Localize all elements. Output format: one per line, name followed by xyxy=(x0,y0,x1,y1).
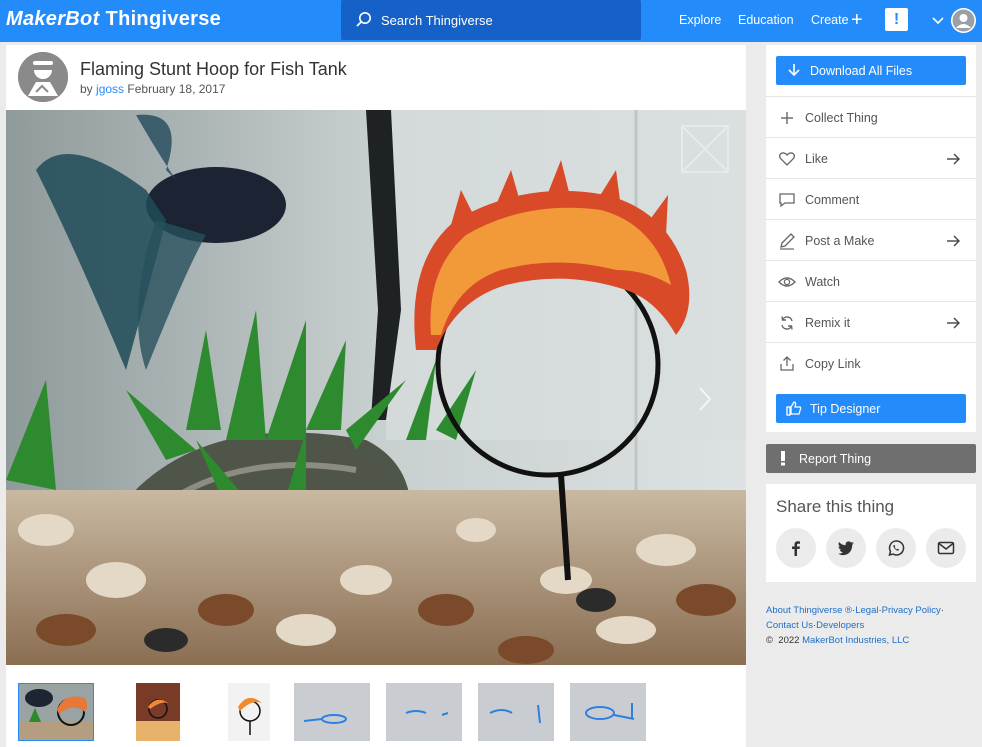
eye-icon xyxy=(778,277,796,287)
post-a-make-label: Post a Make xyxy=(805,234,875,248)
like-label: Like xyxy=(805,152,828,166)
share-facebook-button[interactable] xyxy=(776,528,816,568)
thumbnail-strip xyxy=(18,683,746,743)
share-title: Share this thing xyxy=(776,497,895,516)
copy-link-label: Copy Link xyxy=(805,357,861,371)
remix-label: Remix it xyxy=(805,316,851,330)
thingiverse-logo[interactable]: MakerBot Thingiverse xyxy=(6,8,221,31)
copyright-year: 2022 xyxy=(778,635,800,646)
thumbnail[interactable] xyxy=(570,683,646,741)
heart-icon xyxy=(778,152,796,166)
search-placeholder: Search Thingiverse xyxy=(381,13,493,28)
share-panel: Share this thing xyxy=(766,484,976,582)
comment-icon xyxy=(779,193,795,208)
arrow-right-icon xyxy=(947,317,960,329)
collect-thing-label: Collect Thing xyxy=(805,111,878,125)
footer-about-link[interactable]: About Thingiverse xyxy=(766,605,842,616)
watch-button[interactable]: Watch xyxy=(766,260,976,301)
logo-makerbot: MakerBot xyxy=(6,8,100,30)
plus-icon xyxy=(781,112,793,124)
search-input[interactable]: Search Thingiverse xyxy=(341,0,641,40)
remix-button[interactable]: Remix it xyxy=(766,301,976,342)
top-bar: MakerBot Thingiverse Search Thingiverse E… xyxy=(0,0,982,42)
arrow-right-icon xyxy=(947,235,960,247)
share-twitter-button[interactable] xyxy=(826,528,866,568)
thumbnail[interactable] xyxy=(202,683,278,741)
tip-designer-label: Tip Designer xyxy=(810,402,881,416)
whatsapp-icon xyxy=(888,540,905,557)
chevron-down-icon[interactable] xyxy=(930,12,946,28)
user-avatar[interactable] xyxy=(951,8,976,33)
footer-privacy-link[interactable]: Privacy Policy xyxy=(882,605,941,616)
thumbs-up-icon xyxy=(786,401,802,416)
footer-legal-link[interactable]: Legal xyxy=(855,605,878,616)
author-link[interactable]: jgoss xyxy=(96,82,124,96)
user-icon xyxy=(951,8,976,33)
thumbnail[interactable] xyxy=(294,683,370,741)
share-email-button[interactable] xyxy=(926,528,966,568)
footer-developers-link[interactable]: Developers xyxy=(816,620,864,631)
thumbnail[interactable] xyxy=(386,683,462,741)
footer-links: About Thingiverse ®·Legal·Privacy Policy… xyxy=(766,603,976,648)
thumbnail[interactable] xyxy=(478,683,554,741)
twitter-icon xyxy=(838,541,854,556)
main-photo[interactable] xyxy=(6,110,746,665)
remix-icon xyxy=(781,316,793,330)
footer-registered: ® xyxy=(845,605,853,616)
copyright-symbol: © xyxy=(766,635,773,646)
footer-company-link[interactable]: MakerBot Industries, LLC xyxy=(802,635,909,646)
alert-button[interactable]: ! xyxy=(885,8,908,31)
pencil-icon xyxy=(780,233,795,250)
nav-create[interactable]: Create xyxy=(811,13,849,27)
exclamation-icon xyxy=(781,451,785,466)
publish-date: February 18, 2017 xyxy=(127,82,226,96)
actions-sidebar: Download All Files Collect Thing Like Co… xyxy=(766,45,976,432)
arrow-right-icon xyxy=(947,153,960,165)
email-icon xyxy=(937,541,955,555)
byline: by jgoss February 18, 2017 xyxy=(80,82,225,96)
nav-explore[interactable]: Explore xyxy=(679,13,721,27)
author-avatar[interactable] xyxy=(18,52,68,102)
download-label: Download All Files xyxy=(810,64,913,78)
search-icon xyxy=(356,12,371,27)
download-all-files-button[interactable]: Download All Files xyxy=(776,56,966,85)
watch-label: Watch xyxy=(805,275,840,289)
author-avatar-image xyxy=(18,52,68,102)
share-whatsapp-button[interactable] xyxy=(876,528,916,568)
facebook-icon xyxy=(792,541,800,556)
thing-title: Flaming Stunt Hoop for Fish Tank xyxy=(80,59,347,79)
footer-copyright: © 2022 MakerBot Industries, LLC xyxy=(766,633,976,648)
comment-button[interactable]: Comment xyxy=(766,178,976,219)
like-button[interactable]: Like xyxy=(766,137,976,178)
report-thing-label: Report Thing xyxy=(799,452,872,466)
thing-main-card: Flaming Stunt Hoop for Fish Tank by jgos… xyxy=(6,45,746,747)
fish-tank-photo xyxy=(6,110,746,665)
post-a-make-button[interactable]: Post a Make xyxy=(766,219,976,260)
collect-thing-button[interactable]: Collect Thing xyxy=(766,96,976,137)
report-thing-button[interactable]: Report Thing xyxy=(766,444,976,473)
thumbnail[interactable] xyxy=(18,683,94,741)
tip-designer-button[interactable]: Tip Designer xyxy=(776,394,966,423)
download-icon xyxy=(788,64,800,77)
thumbnail[interactable] xyxy=(110,683,186,741)
byline-prefix: by xyxy=(80,82,93,96)
plus-icon[interactable]: + xyxy=(851,10,863,30)
share-upload-icon xyxy=(780,356,794,371)
nav-education[interactable]: Education xyxy=(738,13,794,27)
comment-label: Comment xyxy=(805,193,860,207)
logo-thingiverse: Thingiverse xyxy=(105,8,222,30)
footer-contact-link[interactable]: Contact Us xyxy=(766,620,813,631)
copy-link-button[interactable]: Copy Link xyxy=(766,342,976,383)
